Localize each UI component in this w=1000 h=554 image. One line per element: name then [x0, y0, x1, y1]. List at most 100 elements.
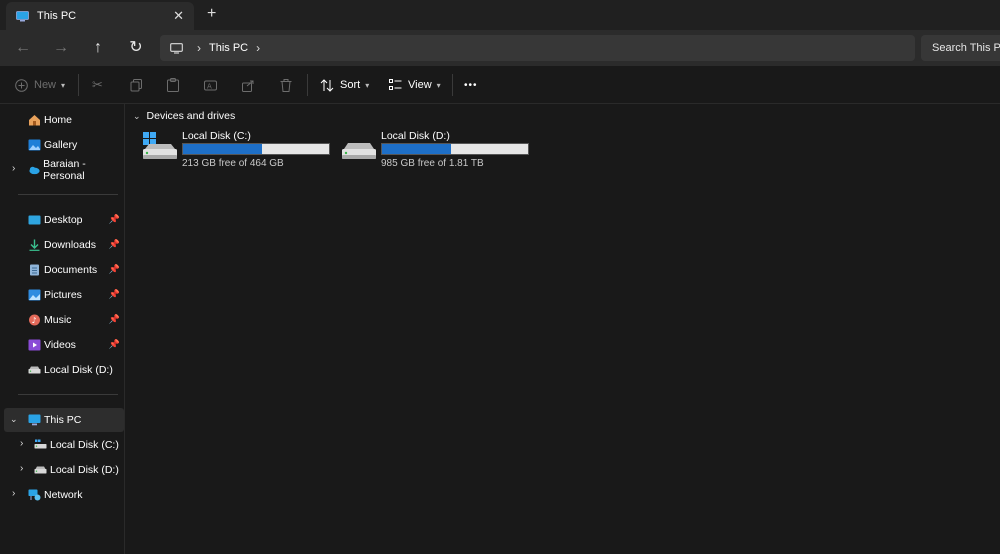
drive-icon	[28, 366, 41, 374]
tree-item-local-disk-c[interactable]: Local Disk (C:)	[0, 433, 124, 457]
trash-icon	[280, 78, 292, 92]
up-arrow-icon[interactable]: ↑	[88, 38, 108, 58]
share-icon	[242, 80, 254, 92]
view-label: View	[408, 79, 432, 91]
sidebar-item-label: Desktop	[44, 214, 83, 226]
chevron-down-icon: ▾	[365, 80, 370, 90]
chevron-down-icon[interactable]: ⌄	[10, 414, 18, 425]
sidebar-item-label: Videos	[44, 339, 76, 351]
sidebar-item-label: Local Disk (D:)	[50, 464, 119, 476]
cut-button[interactable]: ✂	[92, 76, 103, 94]
windows-drive-icon	[143, 132, 177, 159]
drive-free-space: 213 GB free of 464 GB	[182, 158, 284, 169]
address-field[interactable]: › This PC ›	[160, 35, 915, 61]
chevron-down-icon: ⌄	[133, 110, 141, 121]
sidebar-item-label: Documents	[44, 264, 98, 276]
copy-icon	[130, 78, 142, 91]
tab-this-pc[interactable]: This PC ✕	[6, 2, 194, 30]
pin-icon[interactable]: 📌	[109, 214, 120, 225]
breadcrumb-chevron-icon[interactable]: ›	[197, 41, 201, 55]
sidebar-item-desktop[interactable]: Desktop 📌	[0, 208, 124, 232]
sidebar-item-onedrive[interactable]: Baraian - Personal	[0, 158, 124, 182]
pin-icon[interactable]: 📌	[109, 239, 120, 250]
back-arrow-icon[interactable]: ←	[13, 38, 33, 58]
view-button[interactable]: View ▾	[389, 76, 441, 94]
sidebar-item-videos[interactable]: Videos 📌	[0, 333, 124, 357]
sidebar-item-label: Baraian - Personal	[43, 158, 86, 182]
sidebar-item-gallery[interactable]: Gallery	[0, 133, 124, 157]
share-button[interactable]	[242, 76, 255, 94]
divider	[452, 74, 453, 96]
network-icon	[28, 489, 41, 501]
onedrive-cloud-icon	[29, 166, 40, 175]
capacity-fill	[382, 144, 451, 154]
monitor-icon	[28, 414, 41, 426]
pin-icon[interactable]: 📌	[109, 264, 120, 275]
delete-button[interactable]	[280, 76, 292, 94]
sidebar-item-label: Local Disk (D:)	[44, 364, 113, 376]
drive-free-space: 985 GB free of 1.81 TB	[381, 158, 484, 169]
clipboard-icon	[167, 78, 179, 92]
gallery-icon	[28, 139, 41, 151]
sidebar-item-label: This PC	[44, 414, 82, 426]
pin-icon[interactable]: 📌	[109, 289, 120, 300]
divider	[18, 394, 118, 395]
divider	[78, 74, 79, 96]
rename-icon: A	[204, 80, 217, 90]
new-tab-button[interactable]: +	[207, 5, 216, 23]
view-list-icon	[389, 79, 402, 90]
drive-icon	[34, 466, 47, 474]
search-input[interactable]: Search This PC	[921, 35, 1000, 61]
download-arrow-icon	[29, 239, 40, 251]
pin-icon[interactable]: 📌	[109, 339, 120, 350]
svg-text:♪: ♪	[32, 316, 37, 325]
sort-arrows-icon	[320, 78, 334, 92]
sidebar-item-music[interactable]: ♪ Music 📌	[0, 308, 124, 332]
address-toolbar: ← → ↑ ↻ › This PC › Search This PC	[0, 30, 1000, 66]
sidebar-item-documents[interactable]: Documents 📌	[0, 258, 124, 282]
tab-bar: This PC ✕ +	[0, 0, 1000, 30]
sort-label: Sort	[340, 79, 361, 91]
rename-button[interactable]: A	[204, 76, 217, 94]
divider	[18, 194, 118, 195]
desktop-folder-icon	[28, 215, 41, 225]
copy-button[interactable]	[130, 76, 143, 94]
devices-and-drives-header[interactable]: ⌄ Devices and drives	[133, 110, 235, 122]
windows-drive-icon	[34, 439, 47, 449]
sidebar-item-pictures[interactable]: Pictures 📌	[0, 283, 124, 307]
drive-tile-c[interactable]: Local Disk (C:) 213 GB free of 464 GB	[142, 128, 337, 172]
sidebar-item-local-disk-d[interactable]: Local Disk (D:)	[0, 358, 124, 382]
refresh-icon[interactable]: ↻	[126, 38, 146, 58]
new-button[interactable]: New ▾	[15, 76, 65, 94]
paste-button[interactable]	[167, 76, 179, 94]
more-options-button[interactable]: •••	[464, 76, 478, 94]
close-tab-icon[interactable]: ✕	[173, 8, 184, 24]
sidebar-item-home[interactable]: Home	[0, 108, 124, 132]
drive-icon	[342, 143, 376, 159]
capacity-fill	[183, 144, 262, 154]
new-label: New	[34, 79, 57, 91]
sidebar-item-label: Downloads	[44, 239, 96, 251]
tree-item-local-disk-d[interactable]: Local Disk (D:)	[0, 458, 124, 482]
sidebar-item-this-pc[interactable]: This PC	[4, 408, 124, 432]
sidebar-item-label: Gallery	[44, 139, 78, 151]
sort-button[interactable]: Sort ▾	[320, 76, 369, 94]
forward-arrow-icon[interactable]: →	[51, 38, 71, 58]
drive-name: Local Disk (C:)	[182, 130, 251, 142]
breadcrumb-chevron-icon[interactable]: ›	[256, 41, 260, 55]
drive-tile-d[interactable]: Local Disk (D:) 985 GB free of 1.81 TB	[341, 128, 536, 172]
videos-icon	[28, 339, 41, 351]
home-icon	[29, 115, 40, 126]
sidebar-item-downloads[interactable]: Downloads 📌	[0, 233, 124, 257]
pin-icon[interactable]: 📌	[109, 314, 120, 325]
sidebar-item-network[interactable]: Network	[0, 483, 124, 507]
divider	[307, 74, 308, 96]
tab-title: This PC	[37, 10, 77, 22]
sidebar-item-label: Pictures	[44, 289, 82, 301]
breadcrumb-this-pc[interactable]: This PC	[209, 42, 248, 54]
capacity-bar	[381, 143, 529, 155]
plus-circle-icon	[15, 78, 28, 92]
svg-text:A: A	[207, 82, 212, 90]
navigation-pane: Home Gallery › Baraian - Personal Deskto…	[0, 104, 125, 554]
scissors-icon: ✂	[92, 77, 103, 92]
